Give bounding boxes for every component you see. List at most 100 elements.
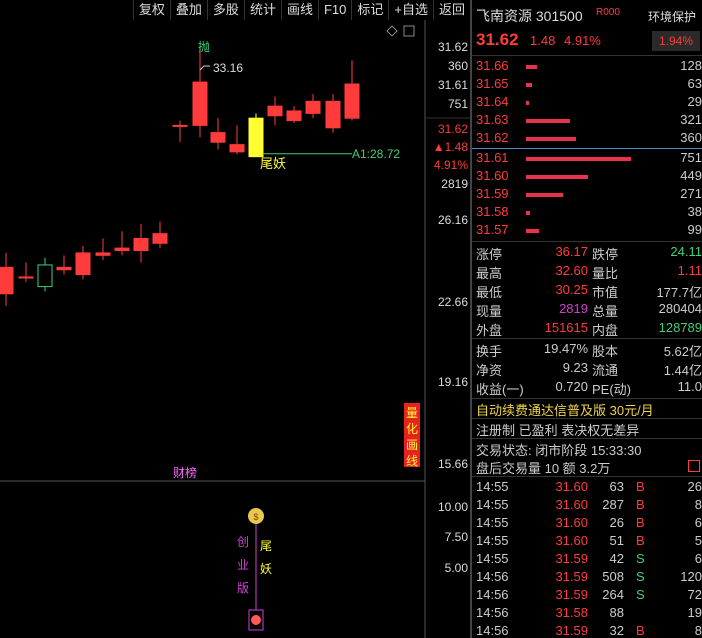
tick-num-0: 26	[687, 479, 702, 494]
bid-vol-0: 751	[680, 150, 702, 165]
candle-body-9	[172, 124, 188, 127]
toolbar-item-1[interactable]: 叠加	[169, 0, 207, 20]
candle-body-4	[75, 252, 91, 276]
ask-vol-1: 63	[687, 76, 702, 91]
kline-chart[interactable]: 抛 33.16 A1:28.72 尾妖量化画线财榜 31.62 360 31.61 751 31…	[0, 20, 470, 638]
candle-body-6	[114, 247, 130, 252]
tick-price-0: 31.60	[555, 479, 588, 494]
ask-vol-4: 360	[680, 130, 702, 145]
candle-body-8	[152, 233, 168, 244]
candle-body-15	[286, 110, 302, 122]
reg-info: 注册制 已盈利 表决权无差异	[476, 423, 640, 438]
tick-time-5: 14:56	[476, 569, 509, 584]
stat-val-a-4: 151615	[544, 320, 588, 335]
tick-vol-1: 287	[602, 497, 624, 512]
quant-draw-char-3: 线	[406, 454, 418, 468]
sub-signal-dot	[251, 615, 261, 625]
toolbar-item-8[interactable]: 返回	[432, 0, 470, 20]
bid-vol-2: 271	[680, 186, 702, 201]
ask-bar-3	[526, 119, 570, 123]
sub-y-label-1: 7.50	[445, 530, 469, 544]
y-axis-label-6: 4.91%	[434, 158, 468, 172]
tick-time-6: 14:56	[476, 587, 509, 602]
stat2-val-a-1: 9.23	[562, 360, 588, 375]
mid-divider	[472, 148, 702, 149]
candle-body-0	[0, 266, 14, 295]
candle-body-7	[133, 237, 149, 252]
stat-val-b-4: 128789	[658, 320, 702, 335]
toolbar-item-7[interactable]: +自选	[388, 0, 433, 20]
y-axis-label-4: 31.62	[438, 122, 468, 136]
y-axis-label-3: 751	[448, 97, 468, 111]
toolbar-item-0[interactable]: 复权	[132, 0, 170, 20]
tick-price-2: 31.60	[555, 515, 588, 530]
tick-vol-2: 26	[609, 515, 624, 530]
tick-vol-4: 42	[609, 551, 624, 566]
ask-price-2: 31.64	[476, 94, 509, 109]
tick-dir-8: B	[636, 623, 645, 638]
tick-dir-3: B	[636, 533, 645, 548]
toolbar-item-3[interactable]: 统计	[243, 0, 281, 20]
tick-num-7: 19	[687, 605, 702, 620]
bid-bar-0	[526, 157, 631, 161]
last-price: 31.62	[476, 30, 519, 49]
sub-board-char-1: 业	[237, 558, 249, 572]
bid-price-0: 31.61	[476, 150, 509, 165]
money-bag-glyph: $	[253, 512, 258, 522]
stat-val-a-2: 30.25	[555, 282, 588, 297]
stat-val-a-1: 32.60	[555, 263, 588, 278]
y-axis-label-8: 26.16	[438, 213, 468, 227]
bid-bar-1	[526, 175, 588, 179]
stat-val-b-2: 177.7亿	[656, 285, 702, 300]
tick-price-5: 31.59	[555, 569, 588, 584]
candle-body-12	[229, 144, 245, 153]
candle-body-1	[18, 276, 34, 279]
top-badge-label: 抛	[198, 39, 210, 54]
stat-val-a-0: 36.17	[555, 244, 588, 259]
candle-body-13	[248, 117, 264, 158]
toolbar-item-4[interactable]: 画线	[280, 0, 318, 20]
tick-num-4: 6	[694, 551, 702, 566]
sub-board-char-2: 版	[237, 581, 249, 595]
quant-draw-char-0: 量	[406, 406, 418, 420]
toolbar-item-2[interactable]: 多股	[206, 0, 244, 20]
tick-time-8: 14:56	[476, 623, 509, 638]
promo-divider	[472, 418, 702, 419]
kline-svg[interactable]: 抛33.16A1:28.72尾妖量化画线财榜31.6236031.6175131…	[0, 20, 470, 638]
stat2-val-a-0: 19.47%	[543, 341, 588, 356]
toolbar-item-6[interactable]: 标记	[351, 0, 388, 20]
hdr-divider	[472, 55, 702, 56]
peak-price-label: 33.16	[213, 61, 243, 75]
tick-num-2: 6	[694, 515, 702, 530]
stat-val-b-3: 280404	[658, 301, 702, 316]
y-axis-label-1: 360	[448, 59, 468, 73]
tick-vol-0: 63	[609, 479, 624, 494]
tick-dir-6: S	[636, 587, 645, 602]
tick-price-7: 31.58	[555, 605, 588, 620]
tick-price-8: 31.59	[555, 623, 588, 638]
y-axis-label-0: 31.62	[438, 40, 468, 54]
toolbar-item-5[interactable]: F10	[317, 0, 351, 20]
ask-vol-2: 29	[687, 94, 702, 109]
sub-tail-char-1: 妖	[260, 562, 272, 576]
tick-num-5: 120	[680, 569, 702, 584]
sector-name[interactable]: 环境保护	[648, 8, 696, 25]
ask-vol-0: 128	[680, 58, 702, 73]
bid-vol-3: 38	[687, 204, 702, 219]
stat-key-a-4: 外盘	[476, 323, 503, 338]
chart-toolbar: 复权 叠加 多股 统计 画线 F10 标记 +自选 返回	[0, 0, 470, 20]
ask-bar-2	[526, 101, 529, 105]
tick-time-4: 14:55	[476, 551, 509, 566]
tick-price-6: 31.59	[555, 587, 588, 602]
stat-key-b-2: 市值	[592, 285, 619, 300]
y-axis-label-11: 15.66	[438, 457, 468, 471]
chart-small-icon[interactable]	[688, 460, 700, 472]
promo-link[interactable]: 自动续费通达信普及版 30元/月	[476, 400, 654, 419]
tick-time-2: 14:55	[476, 515, 509, 530]
stock-tag: R000	[596, 7, 620, 18]
candle-body-5	[95, 252, 111, 256]
diamond-icon	[386, 25, 398, 37]
y-axis-label-10: 19.16	[438, 375, 468, 389]
ask-price-4: 31.62	[476, 130, 509, 145]
box-icon	[403, 25, 415, 37]
